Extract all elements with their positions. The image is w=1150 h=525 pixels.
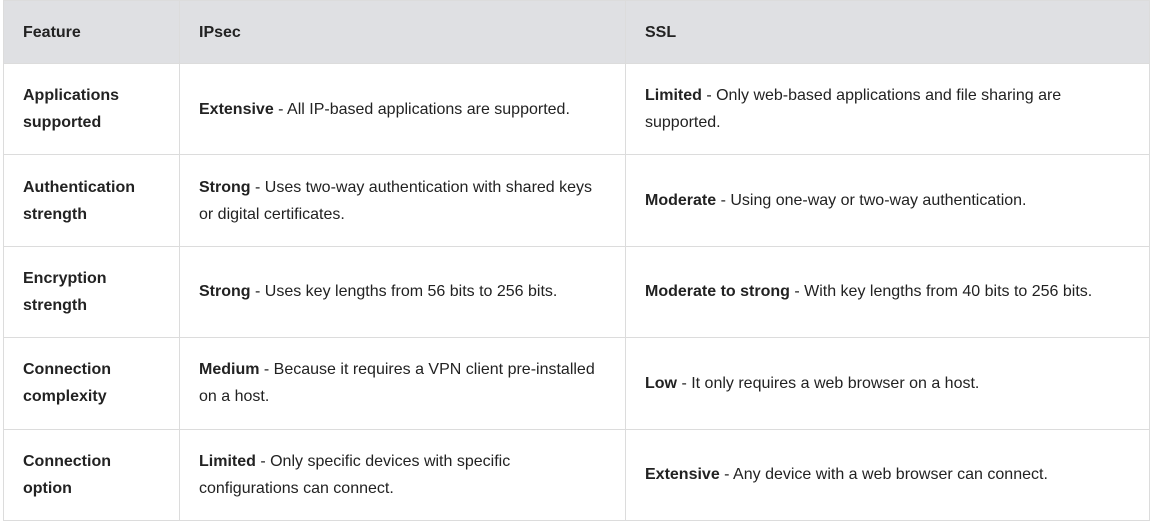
feature-cell: Applications supported xyxy=(3,62,180,156)
table-row: Applications supported Extensive - All I… xyxy=(3,62,1150,156)
comparison-table: Feature IPsec SSL Applications supported… xyxy=(3,0,1150,522)
header-feature: Feature xyxy=(3,0,180,64)
ssl-description: - Any device with a web browser can conn… xyxy=(719,466,1048,484)
ssl-cell: Moderate to strong - With key lengths fr… xyxy=(625,245,1150,339)
ssl-rating: Moderate xyxy=(645,192,717,210)
ssl-description: - With key lengths from 40 bits to 256 b… xyxy=(789,283,1093,301)
ipsec-rating: Limited xyxy=(199,452,256,470)
feature-cell: Connection complexity xyxy=(3,337,180,430)
ssl-rating: Low xyxy=(645,374,677,392)
ipsec-description: - Uses two-way authentication with share… xyxy=(199,178,593,223)
ssl-rating: Extensive xyxy=(645,466,720,484)
ssl-description: - Only web-based applications and file s… xyxy=(645,87,1062,132)
ssl-cell: Limited - Only web-based applications an… xyxy=(625,62,1150,156)
header-ipsec: IPsec xyxy=(179,0,626,64)
table-row: Encryption strength Strong - Uses key le… xyxy=(3,245,1150,339)
ssl-rating: Moderate to strong xyxy=(645,283,790,301)
ipsec-description: - Uses key lengths from 56 bits to 256 b… xyxy=(250,283,558,301)
header-row: Feature IPsec SSL xyxy=(3,0,1150,64)
table-row: Connection complexity Medium - Because i… xyxy=(3,337,1150,430)
feature-cell: Connection option xyxy=(3,428,180,522)
feature-cell: Encryption strength xyxy=(3,245,180,339)
table-row: Connection option Limited - Only specifi… xyxy=(3,428,1150,522)
ipsec-rating: Extensive xyxy=(199,100,274,118)
ipsec-cell: Extensive - All IP-based applications ar… xyxy=(179,62,626,156)
ssl-cell: Low - It only requires a web browser on … xyxy=(625,337,1150,430)
ipsec-rating: Strong xyxy=(199,283,251,301)
ipsec-cell: Medium - Because it requires a VPN clien… xyxy=(179,337,626,430)
ssl-cell: Extensive - Any device with a web browse… xyxy=(625,428,1150,522)
ipsec-cell: Strong - Uses key lengths from 56 bits t… xyxy=(179,245,626,339)
ipsec-cell: Strong - Uses two-way authentication wit… xyxy=(179,154,626,247)
table-body: Applications supported Extensive - All I… xyxy=(3,62,1150,522)
ssl-description: - It only requires a web browser on a ho… xyxy=(677,374,980,392)
ipsec-rating: Medium xyxy=(199,361,260,379)
table-header: Feature IPsec SSL xyxy=(3,0,1150,64)
ssl-rating: Limited xyxy=(645,87,702,105)
table-row: Authentication strength Strong - Uses tw… xyxy=(3,154,1150,247)
ipsec-description: - Because it requires a VPN client pre-i… xyxy=(199,361,595,406)
feature-cell: Authentication strength xyxy=(3,154,180,247)
ssl-description: - Using one-way or two-way authenticatio… xyxy=(716,192,1027,210)
ssl-cell: Moderate - Using one-way or two-way auth… xyxy=(625,154,1150,247)
header-ssl: SSL xyxy=(625,0,1150,64)
ipsec-rating: Strong xyxy=(199,178,251,196)
ipsec-cell: Limited - Only specific devices with spe… xyxy=(179,428,626,522)
ipsec-description: - All IP-based applications are supporte… xyxy=(273,100,570,118)
